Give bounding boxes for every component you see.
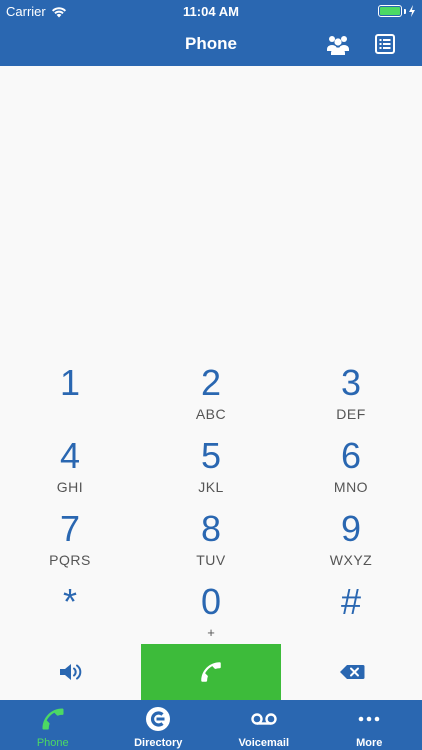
tab-directory[interactable]: Directory [106,700,212,750]
battery-icon [378,5,416,17]
tab-label: More [356,737,383,749]
more-dots-icon [358,716,380,722]
key-digit: 6 [340,435,362,476]
voicemail-icon [251,713,277,725]
charging-icon [409,5,415,17]
key-3[interactable]: 3 DEF [301,364,401,434]
call-list-button[interactable] [372,31,398,57]
key-1[interactable]: 1 [20,364,120,434]
nav-bar: Phone [0,22,422,66]
tab-label: Directory [134,737,183,749]
key-6[interactable]: 6 MNO [301,437,401,507]
key-plus-label: + [207,625,215,640]
key-digit: 4 [59,435,81,476]
tab-voicemail[interactable]: Voicemail [211,700,317,750]
key-digit: 2 [200,362,222,403]
speaker-button[interactable] [0,644,141,700]
key-8[interactable]: 8 TUV [161,510,261,580]
key-digit: 7 [59,508,81,549]
status-bar: Carrier 11:04 AM [0,0,422,22]
phone-handset-icon [42,708,64,730]
dialer-content: 1 2 ABC 3 DEF 4 GHI 5 JKL 6 MNO 7 PQRS 8… [0,66,422,700]
key-4[interactable]: 4 GHI [20,437,120,507]
contacts-group-button[interactable] [325,31,351,57]
key-letters: ABC [195,406,227,422]
key-digit: 0 [200,581,222,622]
key-7[interactable]: 7 PQRS [20,510,120,580]
key-digit: 1 [59,362,81,403]
key-digit: 8 [200,508,222,549]
key-0[interactable]: 0 + [161,583,261,653]
key-9[interactable]: 9 WXYZ [301,510,401,580]
key-digit: * [62,581,77,622]
status-time: 11:04 AM [183,4,239,19]
contacts-group-icon [327,36,349,55]
number-display [0,66,422,356]
key-2[interactable]: 2 ABC [161,364,261,434]
key-digit: 9 [340,508,362,549]
key-letters: TUV [196,552,226,568]
key-letters: GHI [56,479,84,495]
speaker-icon [59,664,81,680]
key-letters: JKL [198,479,224,495]
tab-bar: Phone Directory Voicemail More [0,700,422,750]
call-list-icon [375,34,395,54]
page-title: Phone [185,34,237,53]
backspace-icon [339,665,364,679]
key-letters: PQRS [49,552,91,568]
key-hash[interactable]: # [301,583,401,653]
tab-more[interactable]: More [317,700,422,750]
key-star[interactable]: * [20,583,120,653]
key-digit: 3 [340,362,362,403]
phone-handset-icon [201,662,221,682]
tab-label: Phone [36,737,69,749]
key-5[interactable]: 5 JKL [161,437,261,507]
key-letters: MNO [333,479,369,495]
call-button[interactable] [141,644,281,700]
key-digit: # [340,581,362,622]
key-letters: DEF [336,406,366,422]
tab-phone[interactable]: Phone [0,700,106,750]
key-digit: 5 [200,435,222,476]
backspace-button[interactable] [281,644,422,700]
tab-label: Voicemail [238,737,290,749]
key-letters: WXYZ [329,552,373,568]
directory-icon [146,707,171,731]
